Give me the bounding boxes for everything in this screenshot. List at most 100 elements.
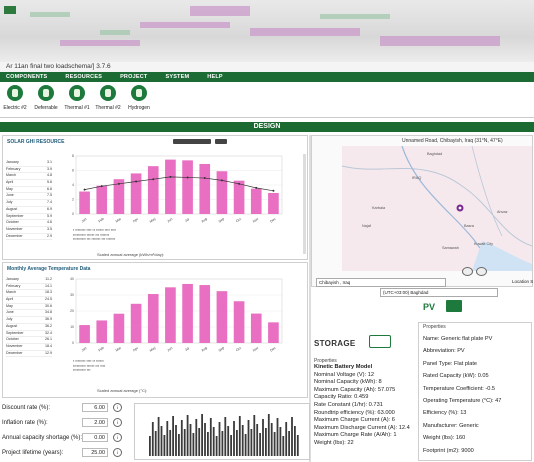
load-bar	[241, 425, 244, 456]
menu-system[interactable]: SYSTEM	[165, 74, 189, 80]
info-icon[interactable]: i	[113, 448, 122, 457]
solar-resource-panel: SOLAR GHI RESOURCE January 3.1 February 3.9…	[2, 135, 308, 260]
load-bar	[259, 433, 261, 456]
deferrable-load-icon	[38, 85, 54, 101]
load-bar	[270, 423, 273, 456]
info-icon[interactable]: i	[113, 403, 122, 412]
x-tick-label: Jan	[81, 217, 88, 223]
load-bar	[163, 435, 166, 456]
line-point	[100, 185, 103, 188]
timezone-select[interactable]: (UTC+03:00) Baghdad	[380, 288, 498, 297]
component-electric-2[interactable]: Electric #2	[3, 85, 27, 117]
capacity-shortage-input[interactable]: 0.00	[82, 433, 108, 442]
x-tick-label: Mar	[115, 216, 123, 223]
location-map[interactable]: Baghdad IRAQ Basra Ahvaz Kuwait City Kar…	[342, 146, 532, 271]
load-bar	[169, 430, 172, 456]
bar	[199, 163, 211, 214]
bar	[165, 159, 176, 214]
inflation-rate-row: Inflation rate (%): 2.00 i	[2, 418, 134, 430]
x-tick-label: Aug	[201, 217, 208, 224]
load-bar	[154, 431, 157, 456]
load-bar	[178, 434, 180, 456]
bar	[216, 171, 228, 214]
load-bar	[262, 419, 264, 456]
line-point	[203, 177, 206, 180]
thermal-load-icon	[69, 85, 85, 101]
generator-icon	[7, 85, 23, 101]
load-bar	[265, 428, 267, 456]
bar	[165, 287, 176, 343]
bar	[268, 192, 279, 214]
x-tick-label: Aug	[201, 346, 208, 353]
temp-notes: ▪ ▪▪▪▪▪▪▪▪ ▪▪▪▪ ▪▪ ▪▪▪▪▪▪ ▪▪▪▪▪▪▪▪▪▪ ▪▪▪…	[73, 359, 106, 372]
load-bar	[247, 420, 250, 456]
x-tick-label: May	[149, 346, 157, 353]
load-bar	[256, 424, 259, 456]
load-bar	[172, 416, 174, 456]
y-tick-label: 0	[72, 212, 74, 216]
menu-bar: COMPONENTS RESOURCES PROJECT SYSTEM HELP	[0, 72, 534, 82]
x-tick-label: Oct	[235, 346, 242, 352]
line-point	[238, 182, 241, 185]
menu-resources[interactable]: RESOURCES	[65, 74, 102, 80]
zoom-icon[interactable]	[476, 267, 487, 276]
load-bar	[192, 433, 195, 456]
line-point	[152, 178, 155, 181]
inflation-rate-input[interactable]: 2.00	[82, 418, 108, 427]
menu-help[interactable]: HELP	[207, 74, 222, 80]
bar	[96, 320, 108, 343]
import-button[interactable]	[215, 139, 227, 144]
load-bar	[166, 421, 169, 456]
info-icon[interactable]: i	[113, 418, 122, 427]
load-bar	[291, 417, 293, 456]
pv-title: PV	[423, 302, 436, 312]
component-deferrable[interactable]: Deferrable	[34, 85, 58, 117]
load-bar	[215, 436, 218, 456]
solar-scrollbar[interactable]	[303, 154, 306, 254]
design-bar: DESIGN	[0, 122, 534, 132]
load-bar	[218, 422, 221, 456]
menu-project[interactable]: PROJECT	[120, 74, 147, 80]
storage-properties: Kinetic Battery Model Nominal Voltage (V…	[314, 364, 410, 446]
x-tick-label: Apr	[132, 217, 139, 224]
location-search-input[interactable]: Chibayish , Iraq	[316, 278, 446, 287]
x-tick-label: Oct	[235, 217, 242, 223]
load-bar	[238, 416, 241, 456]
download-button[interactable]	[173, 139, 211, 144]
info-icon[interactable]: i	[113, 433, 122, 442]
line-point	[186, 176, 189, 179]
thermal-load-icon	[100, 85, 116, 101]
window-title: Ar 11an final two loadschema/] 3.7.6	[0, 62, 534, 72]
project-lifetime-input[interactable]: 25.00	[82, 448, 108, 457]
x-tick-label: Jun	[166, 346, 173, 352]
capacity-shortage-row: Annual capacity shortage (%): 0.00 i	[2, 433, 134, 445]
discount-rate-input[interactable]: 6.00	[82, 403, 108, 412]
load-bar	[230, 435, 232, 456]
load-bar	[267, 414, 270, 456]
solar-notes: ▪ ▪▪▪▪▪▪▪▪ ▪▪▪▪ ▪▪ ▪▪▪▪▪▪ ▪▪▪▪ ▪▪▪▪ ▪▪▪▪…	[73, 228, 116, 241]
search-icon[interactable]	[462, 267, 473, 276]
load-bar	[198, 428, 201, 456]
load-bar	[207, 432, 209, 456]
storage-title: STORAGE	[314, 339, 356, 348]
load-bar	[195, 419, 198, 456]
load-bar	[209, 418, 212, 456]
solar-panel-header: SOLAR GHI RESOURCE	[7, 139, 65, 145]
bar	[250, 313, 262, 343]
menu-components[interactable]: COMPONENTS	[6, 74, 47, 80]
solar-panel-icon	[446, 300, 462, 312]
y-tick-label: 30	[70, 293, 74, 297]
x-tick-label: Jul	[184, 346, 190, 352]
load-bar	[253, 415, 256, 456]
load-bar	[296, 435, 299, 456]
pv-properties: Name: Generic flat plate PV Abbreviation…	[423, 336, 502, 454]
load-bar	[186, 415, 189, 456]
solar-footer-label: Scaled annual average (kWh/m²/day):	[97, 252, 165, 257]
load-bar	[221, 431, 224, 456]
component-thermal-2[interactable]: Thermal #2	[95, 85, 121, 117]
temp-data-table: January 11.2 February 14.1 March 18.3 April 24…	[6, 277, 52, 358]
line-point	[83, 188, 86, 191]
x-tick-label: Jul	[184, 217, 190, 223]
component-thermal-1[interactable]: Thermal #1	[64, 85, 90, 117]
component-hydrogen[interactable]: Hydrogen	[128, 85, 150, 117]
